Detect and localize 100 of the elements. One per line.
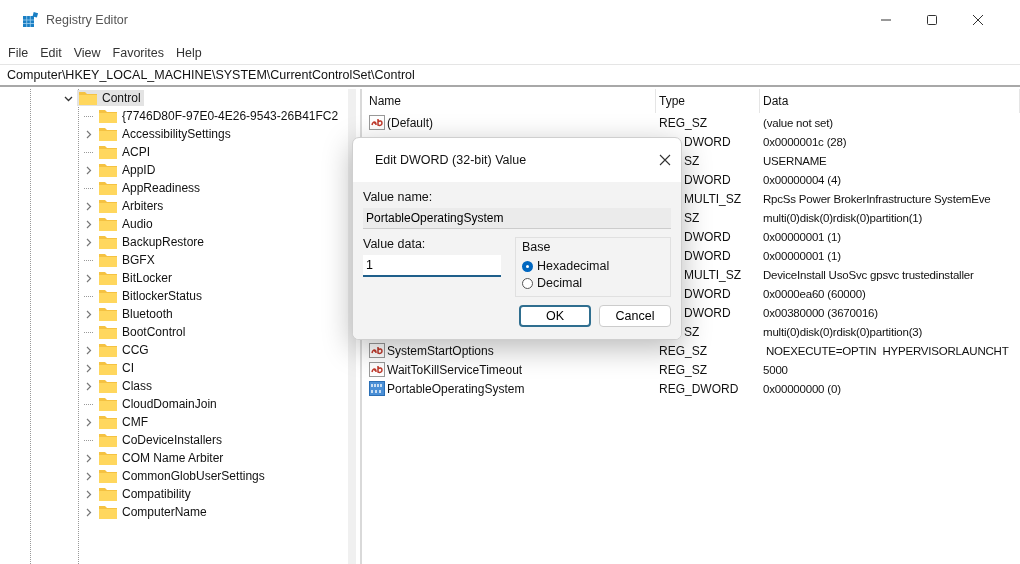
value-data: 0x0000ea60 (60000) xyxy=(763,287,866,300)
value-type: DWORD xyxy=(684,134,731,149)
value-name-field[interactable]: PortableOperatingSystem xyxy=(363,208,671,229)
value-name[interactable]: PortableOperatingSystem xyxy=(387,381,525,396)
folder-icon xyxy=(99,271,117,285)
column-header[interactable]: Name xyxy=(366,89,656,113)
ok-button[interactable]: OK xyxy=(519,305,591,327)
folder-icon xyxy=(99,235,117,249)
field-label: Value name: xyxy=(363,190,434,204)
value-type: DWORD xyxy=(684,305,731,320)
radio-option[interactable]: Decimal xyxy=(522,276,664,290)
tree-item[interactable]: COM Name Arbiter xyxy=(97,450,227,466)
value-data: 0x00000001 (1) xyxy=(763,230,841,243)
value-data: (value not set) xyxy=(763,116,833,129)
tree-item[interactable]: ACPI xyxy=(97,144,153,160)
value-data: 0x0000001c (28) xyxy=(763,135,847,148)
folder-icon xyxy=(99,325,117,339)
tree-item[interactable]: AppReadiness xyxy=(97,180,204,196)
string-value-icon xyxy=(369,115,385,130)
close-icon[interactable] xyxy=(972,14,984,26)
cancel-button[interactable]: Cancel xyxy=(599,305,671,327)
value-data: 0x00000004 (4) xyxy=(763,173,841,186)
chevron-right-icon[interactable] xyxy=(84,129,93,139)
tree-item[interactable]: CMF xyxy=(97,414,151,430)
tree-item[interactable]: Arbiters xyxy=(97,198,167,214)
tree-item[interactable]: ComputerName xyxy=(97,504,210,520)
value-data: 0x00000000 (0) xyxy=(763,382,841,395)
tree-item[interactable]: BitLocker xyxy=(97,270,176,286)
folder-icon xyxy=(99,469,117,483)
folder-icon xyxy=(99,451,117,465)
menu-item[interactable]: Help xyxy=(176,46,202,60)
app-icon xyxy=(22,12,38,28)
tree-item[interactable]: CommonGlobUserSettings xyxy=(97,468,268,484)
field-label: Value data: xyxy=(363,237,427,251)
tree-item[interactable]: CCG xyxy=(97,342,152,358)
value-data: NOEXECUTE=OPTIN HYPERVISORLAUNCHT xyxy=(765,344,1009,357)
value-name[interactable]: WaitToKillServiceTimeout xyxy=(387,362,523,377)
tree-item[interactable]: BootControl xyxy=(97,324,189,340)
chevron-right-icon[interactable] xyxy=(84,309,93,319)
menu-item[interactable]: File xyxy=(8,46,29,60)
folder-icon xyxy=(99,145,117,159)
value-type: SZ xyxy=(684,210,700,225)
tree-item[interactable]: CloudDomainJoin xyxy=(97,396,220,412)
folder-icon xyxy=(99,253,117,267)
folder-icon xyxy=(99,163,117,177)
folder-icon xyxy=(99,199,117,213)
value-data: multi(0)disk(0)rdisk(0)partition(3) xyxy=(763,325,923,338)
value-name[interactable]: (Default) xyxy=(387,115,433,130)
value-type: MULTI_SZ xyxy=(684,267,742,282)
menu-item[interactable]: Favorites xyxy=(112,46,164,60)
string-value-icon xyxy=(369,362,385,377)
chevron-right-icon[interactable] xyxy=(84,417,93,427)
tree-item[interactable]: {7746D80F-97E0-4E26-9543-26B41FC2 xyxy=(97,108,342,124)
value-data: USERNAME xyxy=(763,154,827,167)
tree-item[interactable]: AppID xyxy=(97,162,159,178)
folder-icon xyxy=(99,379,117,393)
folder-icon xyxy=(99,433,117,447)
folder-icon xyxy=(99,415,117,429)
value-type: DWORD xyxy=(684,172,731,187)
value-type: MULTI_SZ xyxy=(684,191,742,206)
tree-item[interactable]: Bluetooth xyxy=(97,306,176,322)
radio-option[interactable]: Hexadecimal xyxy=(522,259,664,273)
tree-item[interactable]: BitlockerStatus xyxy=(97,288,206,304)
tree-item[interactable]: AccessibilitySettings xyxy=(97,126,234,142)
value-type: DWORD xyxy=(684,229,731,244)
value-type: DWORD xyxy=(684,286,731,301)
folder-icon xyxy=(99,181,117,195)
value-type: REG_SZ xyxy=(659,362,707,377)
dialog-title: Edit DWORD (32-bit) Value xyxy=(375,153,527,167)
close-icon[interactable] xyxy=(659,154,671,166)
value-data-field[interactable]: 1 xyxy=(363,255,501,277)
chevron-right-icon[interactable] xyxy=(84,273,93,283)
value-data: 5000 xyxy=(763,363,788,376)
folder-icon xyxy=(99,307,117,321)
maximize-icon[interactable] xyxy=(926,14,938,26)
folder-icon xyxy=(99,127,117,141)
tree-item[interactable]: BGFX xyxy=(97,252,158,268)
tree-item[interactable]: Control xyxy=(77,90,144,106)
menu-item[interactable]: Edit xyxy=(40,46,62,60)
chevron-right-icon[interactable] xyxy=(84,165,93,175)
tree-item[interactable]: CI xyxy=(97,360,137,376)
tree-item[interactable]: CoDeviceInstallers xyxy=(97,432,226,448)
value-type: DWORD xyxy=(684,248,731,263)
column-header[interactable]: Type xyxy=(656,89,760,113)
tree-item[interactable]: Compatibility xyxy=(97,486,194,502)
value-name[interactable]: SystemStartOptions xyxy=(387,343,494,358)
tree-item[interactable]: BackupRestore xyxy=(97,234,208,250)
folder-icon xyxy=(99,487,117,501)
menu-item[interactable]: View xyxy=(73,46,101,60)
tree-item[interactable]: Audio xyxy=(97,216,156,232)
address-bar[interactable]: Computer\HKEY_LOCAL_MACHINE\SYSTEM\CurrentControlSet\Control xyxy=(0,64,1020,87)
column-header[interactable]: Data xyxy=(760,89,1020,113)
folder-icon xyxy=(99,505,117,519)
folder-icon xyxy=(99,289,117,303)
value-type: SZ xyxy=(684,153,700,168)
value-data: 0x00380000 (3670016) xyxy=(763,306,878,319)
value-type: REG_SZ xyxy=(659,115,707,130)
folder-icon xyxy=(79,91,97,105)
tree-item[interactable]: Class xyxy=(97,378,155,394)
value-data: 0x00000001 (1) xyxy=(763,249,841,262)
